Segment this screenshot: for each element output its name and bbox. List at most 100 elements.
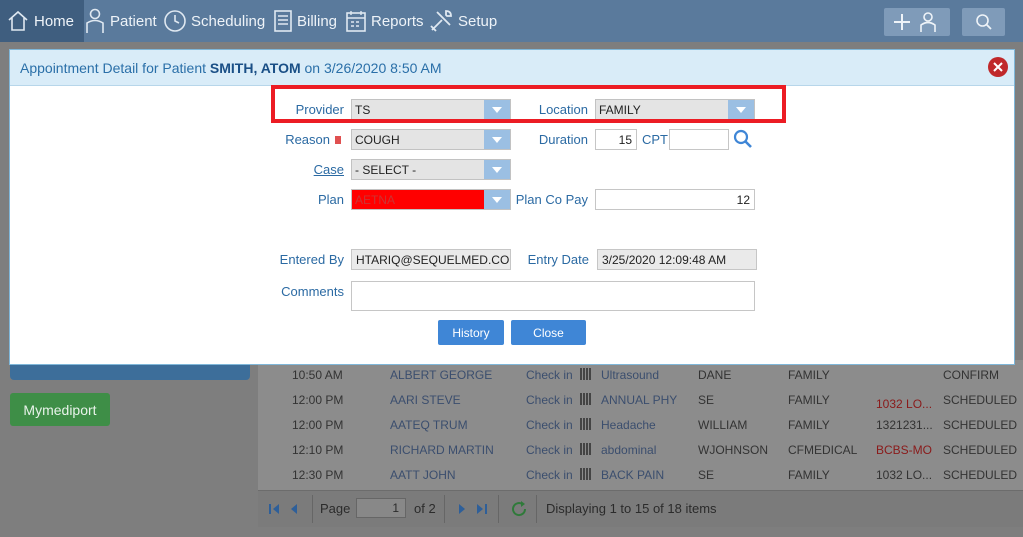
table-row[interactable]: 10:50 AM ALBERT GEORGE Check in Ultrasou… <box>258 362 1023 387</box>
case-value: - SELECT - <box>355 163 417 177</box>
mymediport-button[interactable]: Mymediport <box>10 393 110 426</box>
clock-icon <box>164 10 186 32</box>
nav-patient-label: Patient <box>110 12 157 30</box>
page-count: of 2 <box>414 501 436 516</box>
pager-summary: Displaying 1 to 15 of 18 items <box>546 501 717 516</box>
table-row[interactable]: 12:00 PM AARI STEVE Check in ANNUAL PHY … <box>258 387 1023 412</box>
plan-copay-label: Plan Co Pay <box>515 192 588 207</box>
checkin-grid-icon <box>580 418 591 430</box>
prev-page-icon[interactable] <box>288 502 300 516</box>
checkin-grid-icon <box>580 443 591 455</box>
row-checkin[interactable]: Check in <box>526 393 573 407</box>
row-provider: WILLIAM <box>698 418 748 432</box>
plan-value: AETNA <box>355 193 396 207</box>
row-checkin[interactable]: Check in <box>526 418 573 432</box>
tools-icon <box>430 10 452 32</box>
nav-billing-label: Billing <box>297 12 338 30</box>
close-icon <box>993 62 1003 72</box>
case-link[interactable]: Case <box>272 162 344 177</box>
row-note: 1032 LO... <box>876 468 933 482</box>
row-note: 1321231... <box>876 418 933 432</box>
row-provider: SE <box>698 393 715 407</box>
duration-input[interactable]: 15 <box>595 129 637 150</box>
nav-setup[interactable]: Setup <box>428 0 497 42</box>
entered-by-label: Entered By <box>279 252 344 267</box>
chevron-down-icon[interactable] <box>484 160 510 179</box>
checkin-grid-icon <box>580 368 591 380</box>
row-patient[interactable]: AATEQ TRUM <box>390 418 468 432</box>
grid-pager: Page 1 of 2 Displaying 1 to 15 of 18 ite… <box>258 490 1023 527</box>
nav-billing[interactable]: Billing <box>273 0 337 42</box>
row-provider: WJOHNSON <box>698 443 768 457</box>
row-checkin[interactable]: Check in <box>526 368 573 382</box>
row-reason: ANNUAL PHY <box>601 393 678 407</box>
row-location: FAMILY <box>788 393 830 407</box>
comments-label: Comments <box>281 284 344 299</box>
row-patient[interactable]: AATT JOHN <box>390 468 456 482</box>
first-page-icon[interactable] <box>268 502 282 516</box>
dialog-close-button[interactable] <box>988 57 1008 77</box>
row-status: SCHEDULED <box>943 468 1018 482</box>
dialog-title: Appointment Detail for Patient SMITH, AT… <box>20 60 442 76</box>
entry-date-field: 3/25/2020 12:09:48 AM <box>597 249 757 270</box>
annotation-highlight-box <box>271 85 786 123</box>
row-time: 12:00 PM <box>292 418 344 432</box>
row-note: BCBS-MO <box>876 443 933 457</box>
page-number-input[interactable]: 1 <box>356 498 406 518</box>
row-checkin[interactable]: Check in <box>526 443 573 457</box>
search-icon <box>975 14 992 30</box>
table-row[interactable]: 12:30 PM AATT JOHN Check in BACK PAIN SE… <box>258 462 1023 487</box>
row-time: 12:30 PM <box>292 468 344 482</box>
row-patient[interactable]: AARI STEVE <box>390 393 461 407</box>
row-checkin[interactable]: Check in <box>526 468 573 482</box>
billing-icon <box>274 10 292 32</box>
plan-select[interactable]: AETNA <box>351 189 511 210</box>
last-page-icon[interactable] <box>474 502 488 516</box>
case-select[interactable]: - SELECT - <box>351 159 511 180</box>
row-patient[interactable]: ALBERT GEORGE <box>390 368 492 382</box>
row-status: SCHEDULED <box>943 393 1018 407</box>
close-button[interactable]: Close <box>511 320 586 345</box>
reason-label: Reason <box>285 132 330 147</box>
row-note: 1032 LO... <box>876 397 933 411</box>
patient-name: SMITH, ATOM <box>209 60 301 76</box>
chevron-down-icon[interactable] <box>484 130 510 149</box>
reason-select[interactable]: COUGH <box>351 129 511 150</box>
nav-home[interactable]: Home <box>0 0 84 42</box>
nav-search-button[interactable] <box>962 8 1005 36</box>
row-location: FAMILY <box>788 418 830 432</box>
table-row[interactable]: 12:00 PM AATEQ TRUM Check in Headache WI… <box>258 412 1023 437</box>
entered-by-field: HTARIQ@SEQUELMED.COM <box>351 249 511 270</box>
row-location: CFMEDICAL <box>788 443 858 457</box>
comments-input[interactable] <box>351 281 755 311</box>
nav-reports[interactable]: Reports <box>345 0 424 42</box>
table-row[interactable]: 12:10 PM RICHARD MARTIN Check in abdomin… <box>258 437 1023 462</box>
row-location: FAMILY <box>788 368 830 382</box>
page-label: Page <box>320 501 351 516</box>
nav-scheduling-label: Scheduling <box>191 12 266 30</box>
cpt-input[interactable] <box>669 129 729 150</box>
calendar-icon <box>346 11 366 32</box>
home-icon <box>8 10 28 31</box>
plan-copay-input[interactable]: 12 <box>595 189 755 210</box>
row-status: SCHEDULED <box>943 418 1018 432</box>
row-status: SCHEDULED <box>943 443 1018 457</box>
search-icon[interactable] <box>733 129 753 149</box>
appointments-grid: 10:50 AM ALBERT GEORGE Check in Ultrasou… <box>258 360 1023 490</box>
row-provider: SE <box>698 468 715 482</box>
top-nav: Home Patient Scheduling Billing Reports … <box>0 0 1023 42</box>
chevron-down-icon[interactable] <box>484 190 510 209</box>
refresh-icon[interactable] <box>510 500 528 518</box>
checkin-grid-icon <box>580 393 591 405</box>
row-provider: DANE <box>698 368 732 382</box>
nav-patient[interactable]: Patient <box>84 0 157 42</box>
nav-scheduling[interactable]: Scheduling <box>163 0 265 42</box>
add-patient-button[interactable] <box>884 8 950 36</box>
nav-home-label: Home <box>34 12 75 30</box>
row-time: 12:10 PM <box>292 443 344 457</box>
history-button[interactable]: History <box>438 320 504 345</box>
row-patient[interactable]: RICHARD MARTIN <box>390 443 494 457</box>
next-page-icon[interactable] <box>456 502 468 516</box>
nav-reports-label: Reports <box>371 12 424 30</box>
row-reason: Ultrasound <box>601 368 660 382</box>
